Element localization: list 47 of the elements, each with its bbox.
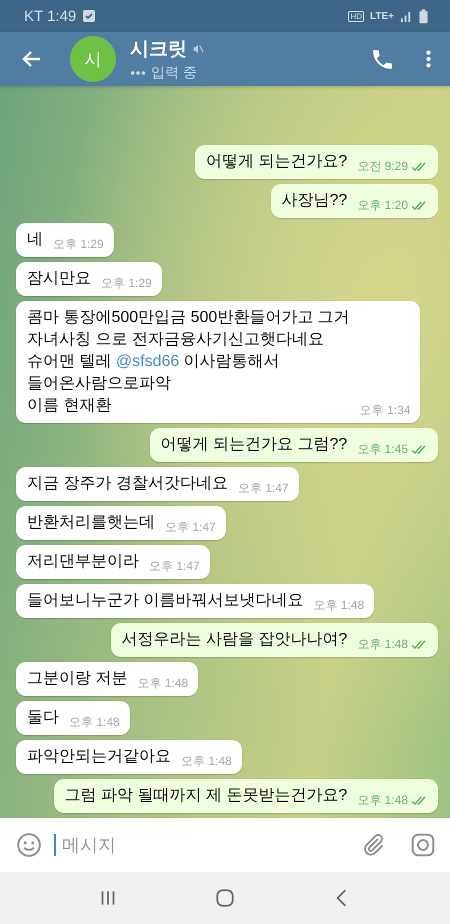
message-time: 오후 1:47	[165, 520, 216, 534]
typing-icon	[130, 70, 146, 76]
carrier-time: KT 1:49	[24, 8, 76, 24]
message-text: 어떻게 되는건가요?	[206, 152, 348, 172]
camera-icon[interactable]	[410, 832, 436, 858]
message-time: 오전 9:29	[357, 159, 408, 173]
message-time: 오후 1:48	[357, 637, 408, 651]
message-time: 오후 1:48	[69, 715, 120, 729]
message-text: 지금 장주가 경찰서갓다네요	[27, 474, 228, 494]
message-text: 콤마 통장에500만입금 500반환들어가고 그거 자녀사칭 으로 전자금융사기신고햇다네요 슈어맨 텔레 @sfsd66 이사람통해서 들어온사람으로파악 이름 현재환	[27, 308, 350, 416]
message-text: 잠시만요	[27, 269, 91, 289]
message-text: 둘다	[27, 708, 59, 728]
message-time: 오후 1:45	[357, 442, 408, 456]
signal-icon	[400, 10, 413, 22]
message-text: 사장님??	[282, 191, 348, 211]
message-text: 들어보니누군가 이름바꿔서보냇다네요	[27, 591, 304, 611]
message-text: 어떻게 되는건가요 그럼??	[160, 435, 348, 455]
battery-icon	[419, 8, 428, 24]
message-time: 오후 1:48	[357, 793, 408, 807]
more-icon[interactable]	[425, 48, 432, 70]
home-icon[interactable]	[214, 887, 236, 909]
emoji-icon[interactable]	[16, 832, 42, 858]
message-time: 오후 1:20	[357, 198, 408, 212]
message-time: 오후 1:48	[181, 754, 232, 768]
hd-badge: HD	[348, 10, 364, 22]
message-time: 오후 1:48	[313, 598, 364, 612]
message-text: 서정우라는 사람을 잡앗나나여?	[122, 630, 348, 650]
mention-link[interactable]: @sfsd66	[116, 353, 180, 370]
message-time: 오후 1:48	[137, 676, 188, 690]
message-field[interactable]: 메시지	[62, 834, 354, 856]
text-cursor	[54, 834, 56, 856]
message-text: 네	[27, 230, 43, 250]
message-time: 오후 1:29	[101, 276, 152, 290]
message-text: 그분이랑 저분	[27, 669, 128, 689]
network-type: LTE+	[370, 10, 394, 22]
avatar[interactable]: 시	[70, 36, 116, 82]
message-time: 오후 1:34	[360, 403, 410, 417]
message-time: 오후 1:29	[53, 237, 104, 251]
notification-icon	[82, 9, 96, 23]
message-time: 오후 1:47	[149, 559, 200, 573]
chat-title: 시크릿	[130, 38, 187, 62]
message-text: 파악안되는거같아요	[27, 747, 171, 767]
message-text: 저리댄부분이라	[27, 552, 139, 572]
typing-status: 입력 중	[151, 64, 197, 82]
message-text: 그럼 파악 될때까지 제 돈못받는건가요?	[64, 786, 348, 806]
message-time: 오후 1:47	[238, 481, 289, 495]
message-text: 반환처리를햇는데	[27, 513, 155, 533]
